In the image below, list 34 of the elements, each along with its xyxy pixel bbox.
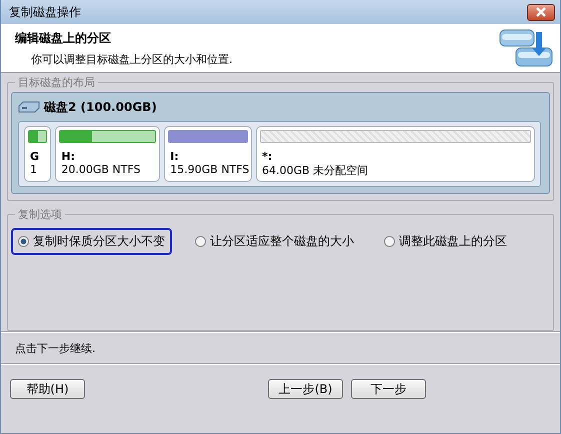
radio-icon[interactable] bbox=[384, 236, 395, 247]
radio-option[interactable]: 调整此磁盘上的分区 bbox=[377, 228, 514, 255]
window-title: 复制磁盘操作 bbox=[9, 4, 81, 20]
close-button[interactable] bbox=[527, 4, 555, 20]
partition-info: 20.00GB NTFS bbox=[60, 163, 142, 176]
radio-icon[interactable] bbox=[195, 236, 206, 247]
group-legend: 复制选项 bbox=[15, 207, 65, 222]
partition-block[interactable]: H: 20.00GB NTFS bbox=[55, 126, 160, 182]
partition-name: G bbox=[29, 150, 40, 163]
next-button[interactable]: 下一步 bbox=[351, 379, 426, 399]
disk-label: 磁盘2 (100.00GB) bbox=[44, 98, 157, 116]
partition-name: I: bbox=[169, 150, 180, 163]
radio-option[interactable]: 让分区适应整个磁盘的大小 bbox=[188, 228, 361, 255]
partition-info: 1 bbox=[29, 163, 38, 176]
option-label: 复制时保质分区大小不变 bbox=[33, 233, 165, 250]
partition-block[interactable]: G 1 bbox=[24, 126, 52, 182]
hint-text: 点击下一步继续. bbox=[14, 340, 96, 356]
back-button[interactable]: 上一步(B) bbox=[268, 379, 343, 399]
radio-icon[interactable] bbox=[18, 236, 29, 247]
radio-option[interactable]: 复制时保质分区大小不变 bbox=[11, 228, 172, 255]
partition-block[interactable]: I: 15.90GB NTFS bbox=[164, 126, 252, 182]
page-title: 编辑磁盘上的分区 bbox=[15, 30, 112, 46]
partition-block[interactable]: *: 64.00GB 未分配空间 bbox=[256, 126, 535, 182]
close-icon bbox=[535, 7, 547, 17]
partition-info: 64.00GB 未分配空间 bbox=[260, 163, 370, 178]
usage-bar bbox=[28, 130, 48, 143]
option-label: 调整此磁盘上的分区 bbox=[399, 233, 507, 250]
group-legend: 目标磁盘的布局 bbox=[15, 75, 98, 90]
page-subtitle: 你可以调整目标磁盘上分区的大小和位置. bbox=[30, 52, 232, 66]
option-label: 让分区适应整个磁盘的大小 bbox=[210, 233, 354, 250]
partition-name: H: bbox=[60, 150, 76, 163]
help-button[interactable]: 帮助(H) bbox=[10, 379, 85, 399]
partition-name: *: bbox=[260, 150, 274, 163]
partition-info: 15.90GB NTFS bbox=[169, 163, 248, 176]
